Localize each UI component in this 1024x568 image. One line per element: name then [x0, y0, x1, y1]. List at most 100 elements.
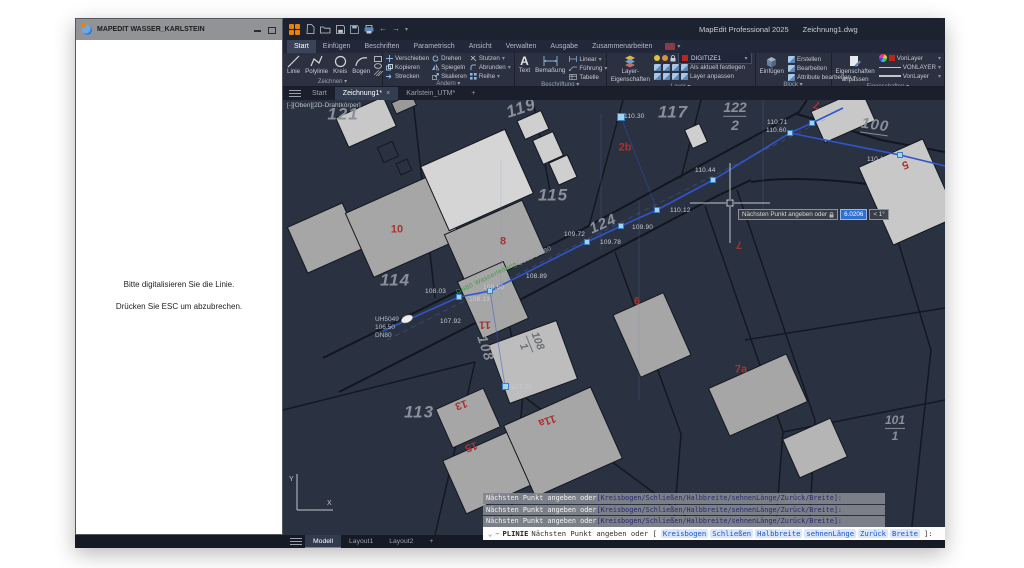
rotate-icon [432, 55, 439, 62]
close-icon[interactable]: × [386, 90, 390, 97]
save-icon[interactable] [336, 25, 345, 34]
message-window-titlebar[interactable]: MAPEDIT WASSER_KARLSTEIN [76, 19, 282, 40]
linear-dim-button[interactable]: Linear ▾ [569, 55, 607, 63]
command-history-line: Nächsten Punkt angeben oder [Kreisbogen/… [483, 516, 885, 527]
lineweight-dropdown[interactable]: VonLayer ▾ [879, 72, 941, 80]
copy-button[interactable]: Kopieren [386, 63, 429, 71]
circle-tool-button[interactable]: Kreis [332, 54, 348, 76]
linetype-dropdown[interactable]: VONLAYER ▾ [879, 63, 941, 71]
layer-match-button[interactable]: Layer anpassen [654, 72, 752, 80]
new-drawing-tab-button[interactable]: + [463, 87, 483, 100]
ribbon: Linie Polylinie Kreis Bogen [283, 53, 945, 87]
layer-chip-icon [654, 73, 661, 80]
new-layout-button[interactable]: + [421, 535, 441, 548]
scale-icon [432, 73, 439, 80]
stretch-button[interactable]: Strecken [386, 72, 429, 80]
ribbon-tab-verwalten[interactable]: Verwalten [499, 40, 544, 53]
arc-icon [355, 55, 368, 68]
workspace-control[interactable]: ▾ [659, 40, 686, 53]
layout-tab-modell[interactable]: Modell [305, 535, 341, 548]
viewport-controls-label[interactable]: [-][Oben][2D-Drahtkörper] [287, 102, 361, 109]
arc-tool-button[interactable]: Bogen [351, 54, 371, 76]
lineweight-icon [879, 75, 901, 77]
print-icon[interactable] [364, 25, 374, 34]
command-collapse-icon[interactable]: − [495, 530, 499, 538]
dynamic-input-tooltip: Nächsten Punkt angeben oder 6.0206 < 1° [738, 209, 889, 220]
dimension-tool-button[interactable]: Bemaßung [534, 54, 566, 75]
command-history-line: Nächsten Punkt angeben oder [Kreisbogen/… [483, 505, 885, 516]
mapedit-logo-icon[interactable] [289, 24, 300, 35]
linetype-icon [879, 67, 901, 68]
file-tab-karlstein-utm[interactable]: Karlstein_UTM* [398, 87, 463, 100]
rotate-button[interactable]: Drehen [432, 54, 467, 62]
command-keyword[interactable]: Zurück [858, 529, 888, 538]
trim-button[interactable]: Stutzen ▾ [470, 54, 511, 62]
new-file-icon[interactable] [306, 24, 315, 34]
layer-lock-icon[interactable] [670, 55, 676, 62]
titlebar: ← → ▾ MapEdit Professional 2025 Zeichnun… [283, 18, 945, 40]
layer-freeze-icon[interactable] [662, 55, 668, 61]
layout-tab-layout2[interactable]: Layout2 [381, 535, 421, 548]
command-keyword[interactable]: Breite [890, 529, 920, 538]
qat-dropdown-icon[interactable]: ▾ [405, 26, 408, 33]
minimize-icon[interactable] [253, 26, 262, 34]
ribbon-tab-beschriften[interactable]: Beschriften [357, 40, 406, 53]
text-icon: A [520, 55, 529, 67]
layer-properties-button[interactable]: Layer- Eigenschaften [610, 54, 651, 83]
group-label-aendern[interactable]: Ändern ▾ [386, 80, 511, 87]
table-button[interactable]: Tabelle [569, 73, 607, 81]
match-properties-button[interactable]: Eigenschaften anpassen [835, 54, 876, 83]
command-keywords: KreisbogenSchließenHalbbreitesehnenLänge… [660, 529, 921, 538]
maximize-icon[interactable] [267, 26, 276, 34]
line-tool-button[interactable]: Linie [286, 54, 301, 76]
ribbon-tab-parametrisch[interactable]: Parametrisch [406, 40, 461, 53]
ribbon-tab-ansicht[interactable]: Ansicht [462, 40, 499, 53]
command-keyword[interactable]: Kreisbogen [661, 529, 708, 538]
file-tab-zeichnung1[interactable]: Zeichnung1*× [335, 87, 398, 100]
layer-set-current-button[interactable]: Als aktuell festlegen [654, 63, 752, 71]
layer-on-icon[interactable] [654, 55, 660, 61]
leader-button[interactable]: Führung ▾ [569, 64, 607, 72]
scale-button[interactable]: Skalieren [432, 72, 467, 80]
file-tab-menu-icon[interactable] [286, 87, 304, 100]
open-folder-icon[interactable] [320, 25, 331, 34]
drawing-canvas[interactable]: Y X [-][Oben][2D-Drahtkörper] 1211191171… [283, 100, 945, 535]
move-button[interactable]: Verschieben [386, 54, 429, 62]
ribbon-tab-zusammenarbeiten[interactable]: Zusammenarbeiten [585, 40, 659, 53]
layout-tab-layout1[interactable]: Layout1 [341, 535, 381, 548]
ribbon-group-eigenschaften: Eigenschaften anpassen VonLayer ▾ VONLAY [832, 53, 945, 86]
mirror-button[interactable]: Spiegeln [432, 63, 467, 71]
undo-icon[interactable]: ← [379, 25, 387, 33]
redo-icon[interactable]: → [392, 25, 400, 33]
circle-icon [334, 55, 347, 68]
ribbon-tab-start[interactable]: Start [287, 40, 316, 53]
block-attributes-icon [788, 74, 795, 81]
chevron-down-icon: ▾ [677, 43, 680, 50]
command-input-bar[interactable]: ⌄ − PLINIE Nächsten Punkt angeben oder [… [483, 527, 945, 540]
digitize-instruction-text: Bitte digitalisieren Sie die Linie. [76, 280, 282, 289]
group-label-zeichnen[interactable]: Zeichnen ▾ [286, 78, 379, 86]
array-button[interactable]: Reihe ▾ [470, 72, 511, 80]
command-options-chevron-icon[interactable]: ⌄ [488, 530, 492, 538]
file-tab-start[interactable]: Start [304, 87, 335, 100]
dynamic-input-angle-field[interactable]: < 1° [869, 209, 888, 220]
ribbon-tab-ausgabe[interactable]: Ausgabe [543, 40, 585, 53]
application-window: MAPEDIT WASSER_KARLSTEIN Bitte digitalis… [75, 18, 945, 548]
layout-menu-icon[interactable] [287, 535, 305, 548]
layer-state-row: DIGITIZE1 ▾ [654, 54, 752, 62]
ribbon-tab-einfügen[interactable]: Einfügen [316, 40, 358, 53]
ribbon-group-block: Einfügen Erstellen Bearbeiten Attribute … [756, 53, 832, 86]
object-color-dropdown[interactable]: VonLayer ▾ [879, 54, 941, 62]
save-as-icon[interactable] [350, 25, 359, 34]
polyline-tool-button[interactable]: Polylinie [304, 54, 329, 76]
fillet-button[interactable]: Abrunden ▾ [470, 63, 511, 71]
text-tool-button[interactable]: A Text [518, 54, 531, 75]
cad-main-window: ← → ▾ MapEdit Professional 2025 Zeichnun… [283, 18, 945, 548]
chevron-down-icon: ▾ [745, 55, 748, 62]
command-keyword[interactable]: sehnenLänge [804, 529, 856, 538]
command-keyword[interactable]: Halbbreite [755, 529, 802, 538]
dynamic-input-distance-field[interactable]: 6.0206 [840, 209, 867, 220]
command-keyword[interactable]: Schließen [710, 529, 753, 538]
trim-icon [470, 55, 477, 62]
insert-block-button[interactable]: Einfügen [759, 54, 785, 76]
